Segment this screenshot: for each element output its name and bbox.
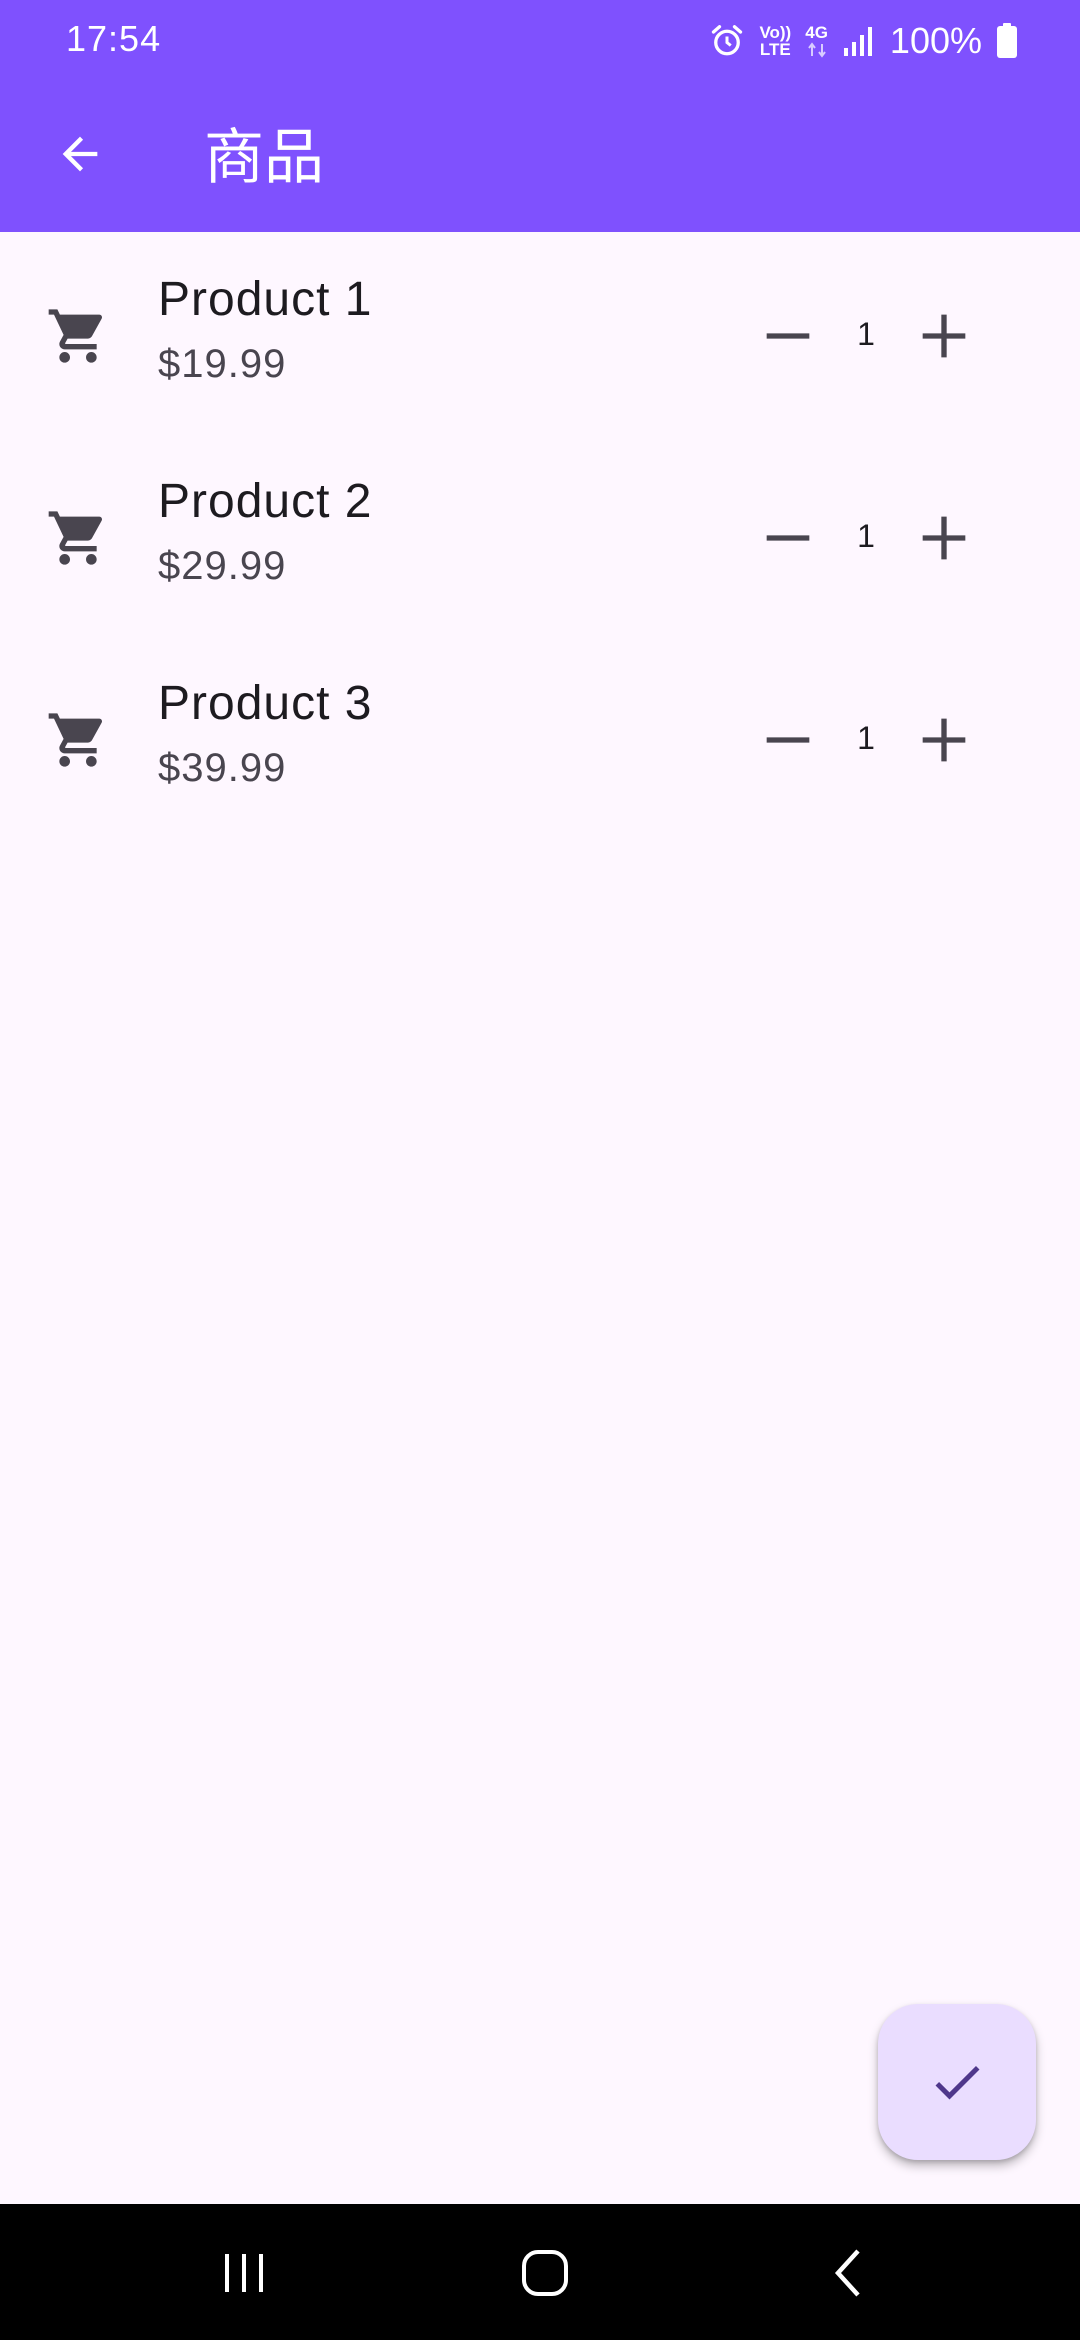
check-icon xyxy=(935,2065,980,2100)
battery-icon xyxy=(996,23,1018,59)
plus-icon[interactable] xyxy=(912,304,976,368)
home-button[interactable] xyxy=(505,2238,585,2308)
list-item: Product 3 $39.99 1 xyxy=(0,636,1080,838)
quantity-value: 1 xyxy=(857,518,875,554)
plus-icon[interactable] xyxy=(912,708,976,772)
list-item: Product 1 $19.99 1 xyxy=(0,232,1080,434)
product-name: Product 1 xyxy=(158,273,373,326)
minus-icon[interactable] xyxy=(756,708,820,772)
battery-percent: 100% xyxy=(889,20,982,61)
quantity-value: 1 xyxy=(857,316,875,352)
4g-data-icon: 4G xyxy=(805,24,828,58)
data-arrows-icon xyxy=(807,42,826,58)
arrow-back-icon xyxy=(62,136,98,172)
product-price: $19.99 xyxy=(158,342,287,386)
list-item: Product 2 $29.99 1 xyxy=(0,434,1080,636)
confirm-fab-button[interactable] xyxy=(878,2004,1036,2160)
plus-icon[interactable] xyxy=(912,506,976,570)
product-list: Product 1 $19.99 1 Product 2 $29.99 1 Pr… xyxy=(0,232,1080,838)
product-name: Product 3 xyxy=(158,677,373,730)
system-nav-bar xyxy=(0,2204,1080,2340)
app-bar: 商品 xyxy=(0,80,1080,232)
back-button[interactable] xyxy=(40,114,120,194)
signal-icon xyxy=(842,24,876,58)
minus-icon[interactable] xyxy=(756,304,820,368)
back-icon xyxy=(834,2249,860,2297)
status-icons: Vo)) LTE 4G 100% xyxy=(709,18,1018,64)
minus-icon[interactable] xyxy=(756,506,820,570)
shopping-cart-icon xyxy=(48,309,103,363)
page-title: 商品 xyxy=(204,123,324,193)
recent-apps-button[interactable] xyxy=(204,2238,284,2308)
system-back-button[interactable] xyxy=(808,2238,888,2308)
recent-apps-icon xyxy=(225,2254,263,2292)
status-bar: 17:54 Vo)) LTE 4G 100% xyxy=(0,0,1080,80)
alarm-icon xyxy=(709,23,745,59)
home-icon xyxy=(522,2250,568,2296)
top-bar: 17:54 Vo)) LTE 4G 100% 商品 xyxy=(0,0,1080,232)
status-time: 17:54 xyxy=(66,18,162,59)
product-price: $29.99 xyxy=(158,544,287,588)
shopping-cart-icon xyxy=(48,511,103,565)
shopping-cart-icon xyxy=(48,713,103,767)
product-price: $39.99 xyxy=(158,746,287,790)
quantity-value: 1 xyxy=(857,720,875,756)
product-name: Product 2 xyxy=(158,475,373,528)
volte-icon: Vo)) LTE xyxy=(759,23,792,59)
